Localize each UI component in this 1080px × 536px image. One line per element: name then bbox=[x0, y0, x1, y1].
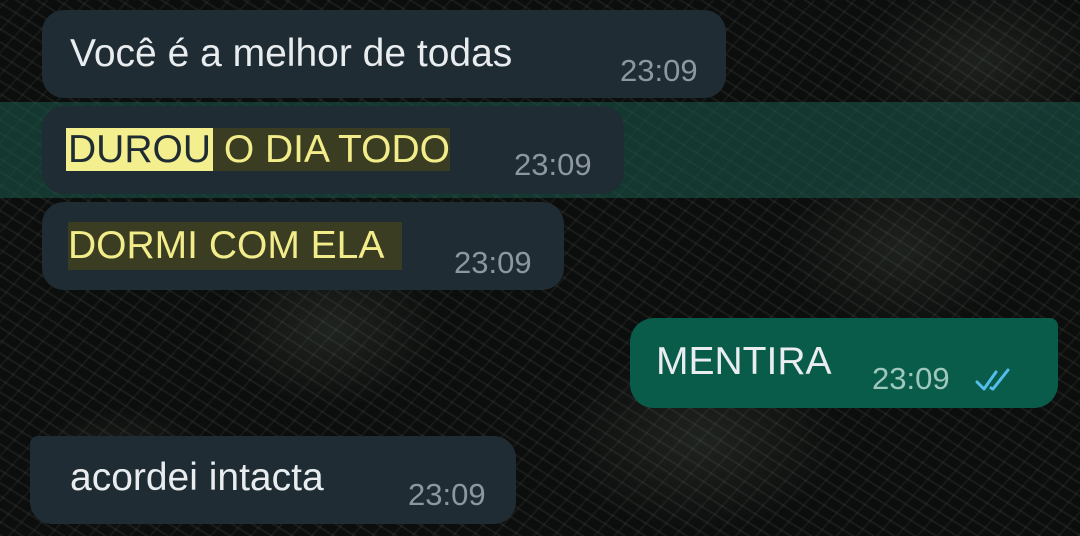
message-bubble-incoming[interactable]: Você é a melhor de todas 23:09 bbox=[42, 10, 726, 98]
double-check-read-icon bbox=[975, 368, 1010, 391]
message-time: 23:09 bbox=[408, 477, 486, 512]
message-bubble-incoming[interactable]: DORMI COM ELA 23:09 bbox=[42, 202, 564, 290]
message-time: 23:09 bbox=[872, 361, 950, 396]
message-text-rest: O DIA TODO bbox=[213, 128, 450, 171]
message-text: MENTIRA bbox=[656, 340, 832, 383]
message-time: 23:09 bbox=[454, 245, 532, 280]
message-bubble-incoming[interactable]: DUROU O DIA TODO 23:09 bbox=[42, 106, 624, 194]
message-bubble-incoming[interactable]: acordei intacta 23:09 bbox=[30, 436, 516, 524]
message-text: DUROU O DIA TODO bbox=[66, 126, 450, 174]
message-text: DORMI COM ELA bbox=[68, 222, 403, 270]
message-time: 23:09 bbox=[514, 147, 592, 182]
message-time: 23:09 bbox=[620, 53, 698, 88]
search-highlight: DUROU bbox=[66, 128, 213, 171]
message-text: acordei intacta bbox=[70, 456, 324, 499]
message-text: Você é a melhor de todas bbox=[70, 32, 513, 75]
message-bubble-outgoing[interactable]: MENTIRA 23:09 bbox=[630, 318, 1058, 408]
